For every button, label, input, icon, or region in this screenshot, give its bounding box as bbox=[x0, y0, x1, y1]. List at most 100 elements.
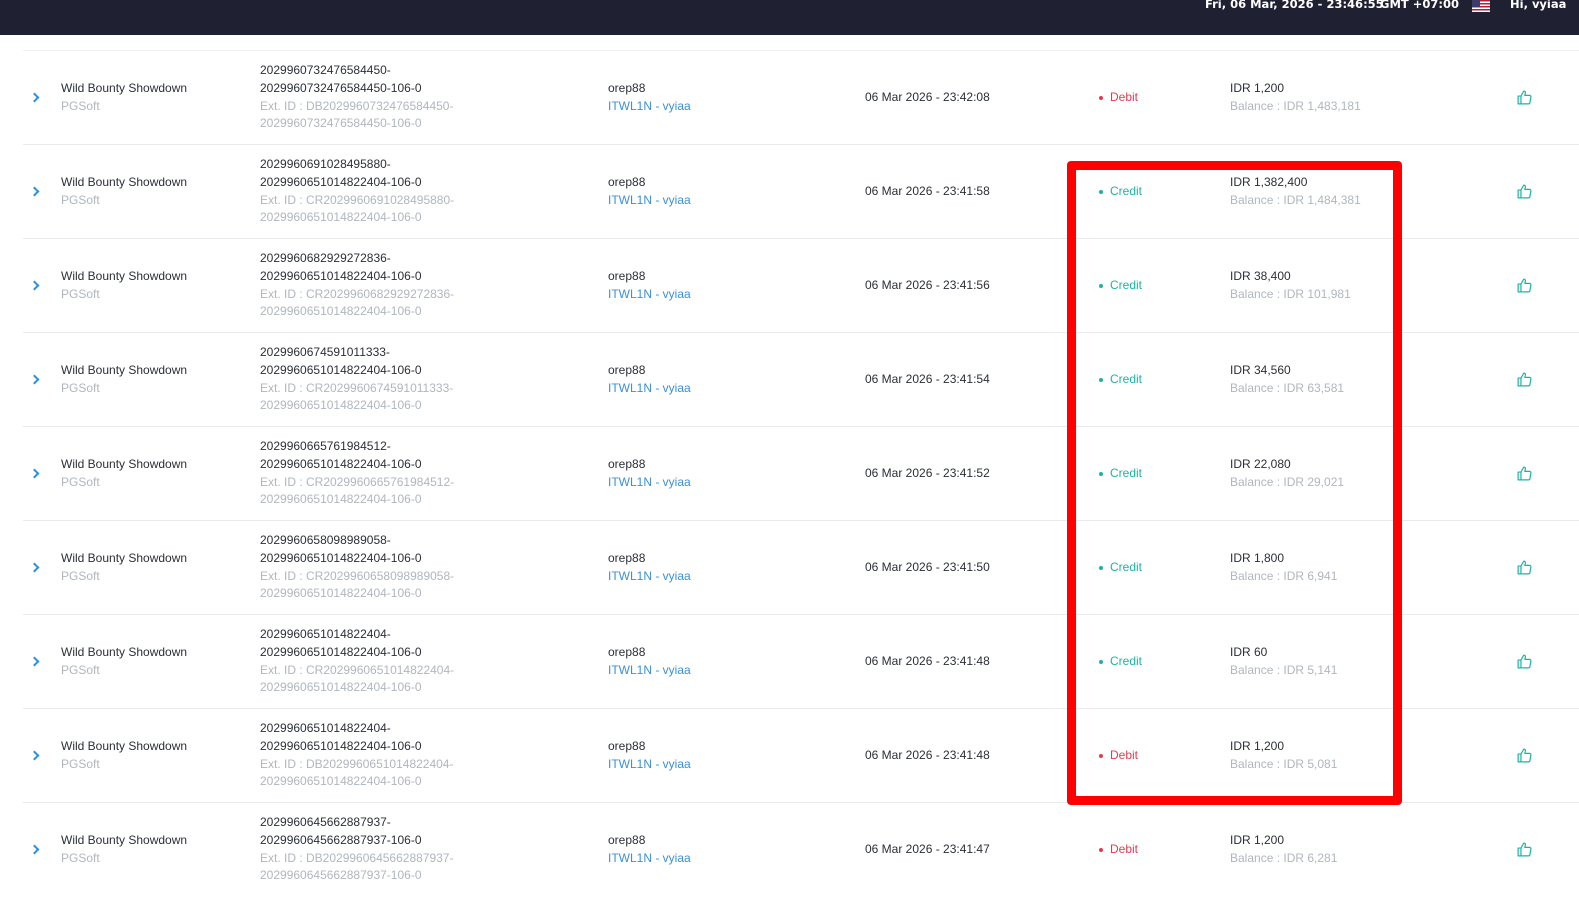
external-id-line1: Ext. ID : CR2029960674591011333- bbox=[260, 380, 454, 395]
agent-link[interactable]: ITWL1N - vyiaa bbox=[608, 98, 691, 116]
agent-link[interactable]: ITWL1N - vyiaa bbox=[608, 662, 691, 680]
external-id-line2: 2029960651014822404-106-0 bbox=[260, 680, 422, 695]
transaction-date: 06 Mar 2026 - 23:42:08 bbox=[865, 89, 990, 104]
expand-row-button[interactable] bbox=[26, 333, 42, 426]
transaction-type: Credit bbox=[1110, 559, 1143, 574]
expand-row-button[interactable] bbox=[26, 239, 42, 332]
thumbs-up-icon bbox=[1516, 747, 1533, 764]
balance-after: Balance : IDR 6,281 bbox=[1230, 850, 1338, 865]
transaction-id-line1: 2029960658098989058- bbox=[260, 533, 391, 548]
agent-link[interactable]: ITWL1N - vyiaa bbox=[608, 756, 691, 774]
thumbs-up-icon bbox=[1516, 371, 1533, 388]
expand-row-button[interactable] bbox=[26, 803, 42, 896]
chevron-right-icon bbox=[29, 186, 39, 197]
external-id-line1: Ext. ID : DB2029960651014822404- bbox=[260, 756, 454, 771]
thumbs-up-button[interactable] bbox=[1512, 239, 1536, 332]
transaction-date: 06 Mar 2026 - 23:41:47 bbox=[865, 841, 990, 856]
transaction-id-cell: 2029960665761984512- 2029960651014822404… bbox=[260, 427, 454, 520]
transaction-type-badge: Debit bbox=[1099, 89, 1138, 107]
transaction-type-badge: Credit bbox=[1099, 277, 1142, 295]
transaction-id-line1: 2029960651014822404- bbox=[260, 627, 391, 642]
expand-row-button[interactable] bbox=[26, 427, 42, 520]
expand-row-button[interactable] bbox=[26, 615, 42, 708]
game-name: Wild Bounty Showdown bbox=[61, 80, 188, 95]
thumbs-up-icon bbox=[1516, 183, 1533, 200]
expand-row-button[interactable] bbox=[26, 51, 42, 144]
transaction-date: 06 Mar 2026 - 23:41:58 bbox=[865, 183, 990, 198]
player-name: orep88 bbox=[608, 362, 646, 377]
chevron-right-icon bbox=[29, 562, 39, 573]
amount-cell: IDR 38,400 Balance : IDR 101,981 bbox=[1230, 239, 1351, 332]
transaction-amount: IDR 1,382,400 bbox=[1230, 174, 1308, 189]
thumbs-up-icon bbox=[1516, 653, 1533, 670]
agent-link[interactable]: ITWL1N - vyiaa bbox=[608, 286, 691, 304]
table-row: Wild Bounty Showdown PGSoft 202996073247… bbox=[23, 51, 1579, 145]
thumbs-up-button[interactable] bbox=[1512, 803, 1536, 896]
thumbs-up-button[interactable] bbox=[1512, 427, 1536, 520]
transaction-type: Debit bbox=[1110, 841, 1139, 856]
thumbs-up-icon bbox=[1516, 465, 1533, 482]
type-cell: Debit bbox=[1099, 709, 1138, 802]
type-cell: Debit bbox=[1099, 51, 1138, 144]
agent-link[interactable]: ITWL1N - vyiaa bbox=[608, 380, 691, 398]
player-name: orep88 bbox=[608, 644, 646, 659]
transaction-date: 06 Mar 2026 - 23:41:50 bbox=[865, 559, 990, 574]
player-cell: orep88 ITWL1N - vyiaa bbox=[608, 145, 691, 238]
agent-link[interactable]: ITWL1N - vyiaa bbox=[608, 474, 691, 492]
game-name: Wild Bounty Showdown bbox=[61, 174, 188, 189]
transaction-amount: IDR 1,200 bbox=[1230, 832, 1285, 847]
transaction-id-cell: 2029960732476584450- 2029960732476584450… bbox=[260, 51, 453, 144]
top-bar: Fri, 06 Mar, 2026 - 23:46:55 GMT +07:00 … bbox=[0, 0, 1579, 35]
external-id-line2: 2029960651014822404-106-0 bbox=[260, 492, 422, 507]
expand-row-button[interactable] bbox=[26, 709, 42, 802]
table-row: Wild Bounty Showdown PGSoft 202996065809… bbox=[23, 521, 1579, 615]
transaction-date: 06 Mar 2026 - 23:41:48 bbox=[865, 747, 990, 762]
status-dot-icon bbox=[1099, 753, 1103, 758]
external-id-line1: Ext. ID : CR2029960651014822404- bbox=[260, 662, 455, 677]
external-id-line1: Ext. ID : CR2029960665761984512- bbox=[260, 474, 455, 489]
date-cell: 06 Mar 2026 - 23:41:56 bbox=[865, 239, 990, 332]
game-name: Wild Bounty Showdown bbox=[61, 456, 188, 471]
table-row: Wild Bounty Showdown PGSoft 202996066576… bbox=[23, 427, 1579, 521]
player-cell: orep88 ITWL1N - vyiaa bbox=[608, 333, 691, 426]
external-id-line2: 2029960651014822404-106-0 bbox=[260, 304, 422, 319]
expand-row-button[interactable] bbox=[26, 145, 42, 238]
transaction-id-cell: 2029960651014822404- 2029960651014822404… bbox=[260, 615, 454, 708]
transaction-id-line2: 2029960651014822404-106-0 bbox=[260, 174, 422, 189]
agent-link[interactable]: ITWL1N - vyiaa bbox=[608, 568, 691, 586]
game-provider: PGSoft bbox=[61, 568, 100, 583]
expand-row-button[interactable] bbox=[26, 521, 42, 614]
thumbs-up-button[interactable] bbox=[1512, 615, 1536, 708]
header-timezone: GMT +07:00 bbox=[1380, 0, 1459, 11]
thumbs-up-button[interactable] bbox=[1512, 521, 1536, 614]
external-id-line1: Ext. ID : CR2029960682929272836- bbox=[260, 286, 455, 301]
agent-link[interactable]: ITWL1N - vyiaa bbox=[608, 850, 691, 868]
thumbs-up-button[interactable] bbox=[1512, 145, 1536, 238]
thumbs-up-icon bbox=[1516, 89, 1533, 106]
transaction-id-cell: 2029960645662887937- 2029960645662887937… bbox=[260, 803, 453, 896]
game-provider: PGSoft bbox=[61, 662, 100, 677]
thumbs-up-button[interactable] bbox=[1512, 51, 1536, 144]
game-provider: PGSoft bbox=[61, 380, 100, 395]
user-greeting[interactable]: Hi, vyiaa bbox=[1510, 0, 1566, 11]
player-name: orep88 bbox=[608, 832, 646, 847]
transaction-id-line2: 2029960651014822404-106-0 bbox=[260, 738, 422, 753]
table-row: Wild Bounty Showdown PGSoft 202996065101… bbox=[23, 615, 1579, 709]
balance-after: Balance : IDR 63,581 bbox=[1230, 380, 1345, 395]
date-cell: 06 Mar 2026 - 23:41:54 bbox=[865, 333, 990, 426]
transaction-id-line2: 2029960651014822404-106-0 bbox=[260, 644, 422, 659]
game-provider: PGSoft bbox=[61, 756, 100, 771]
thumbs-up-button[interactable] bbox=[1512, 333, 1536, 426]
status-dot-icon bbox=[1099, 377, 1103, 382]
game-provider: PGSoft bbox=[61, 850, 100, 865]
thumbs-up-button[interactable] bbox=[1512, 709, 1536, 802]
status-dot-icon bbox=[1099, 189, 1103, 194]
external-id-line2: 2029960651014822404-106-0 bbox=[260, 210, 422, 225]
agent-link[interactable]: ITWL1N - vyiaa bbox=[608, 192, 691, 210]
player-cell: orep88 ITWL1N - vyiaa bbox=[608, 51, 691, 144]
game-provider: PGSoft bbox=[61, 286, 100, 301]
amount-cell: IDR 1,382,400 Balance : IDR 1,484,381 bbox=[1230, 145, 1361, 238]
us-flag-icon[interactable] bbox=[1472, 0, 1490, 12]
transaction-type-badge: Credit bbox=[1099, 183, 1142, 201]
transaction-amount: IDR 38,400 bbox=[1230, 268, 1291, 283]
